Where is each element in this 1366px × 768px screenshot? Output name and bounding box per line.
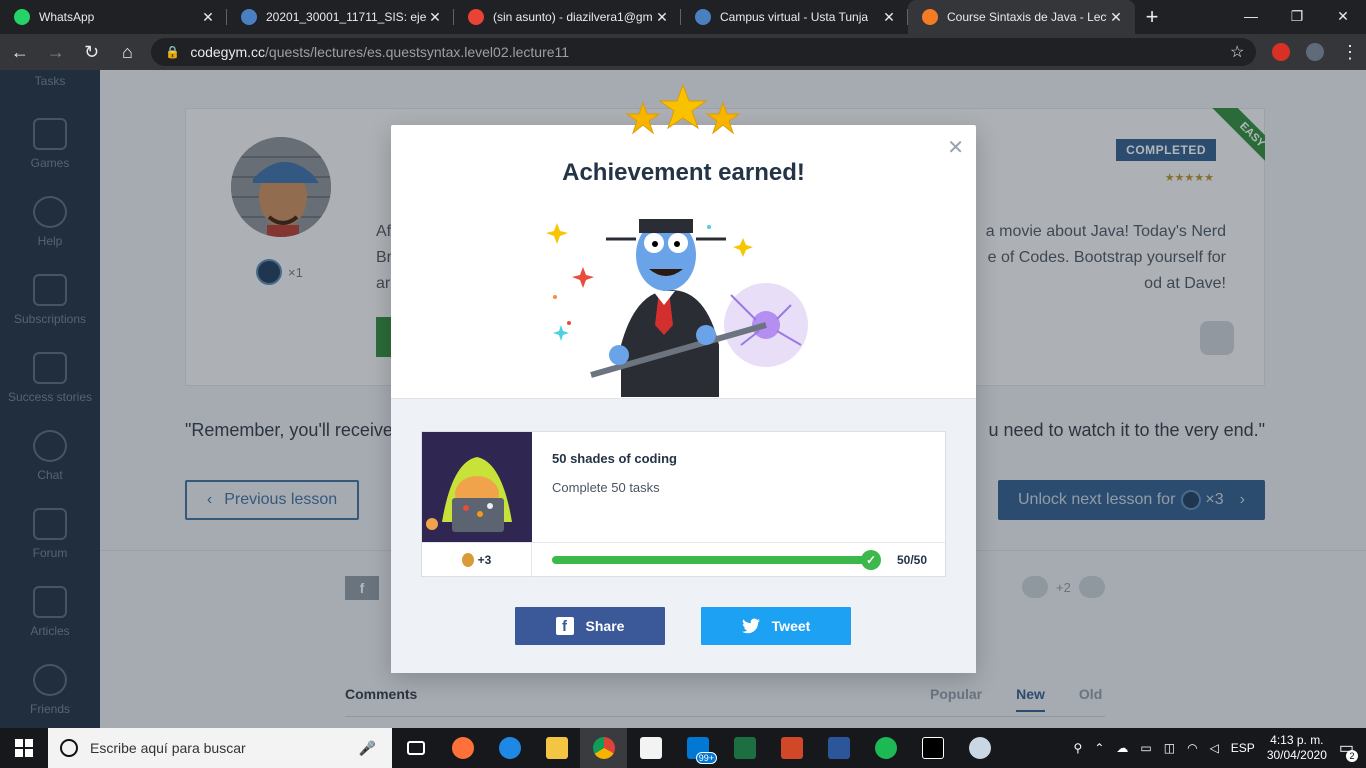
spotify-icon[interactable] xyxy=(862,728,909,768)
chrome-icon[interactable] xyxy=(580,728,627,768)
tab-title: Campus virtual - Usta Tunja xyxy=(720,10,869,24)
progress-fill xyxy=(552,556,872,564)
reward: +3 xyxy=(422,543,532,577)
notifications-badge: 2 xyxy=(1346,750,1358,762)
back-icon[interactable]: ← xyxy=(4,36,36,68)
page: Tasks Games Help Subscriptions Success s… xyxy=(0,70,1366,728)
browser-toolbar: ← → ↻ ⌂ 🔒 codegym.cc /quests/lectures/es… xyxy=(0,34,1366,70)
browser-tab-bar: WhatsApp ✕ 20201_30001_11711_SIS: ejerci ✕(… xyxy=(0,0,1366,34)
word-icon[interactable] xyxy=(815,728,862,768)
lock-icon: 🔒 xyxy=(165,45,181,59)
address-bar[interactable]: 🔒 codegym.cc /quests/lectures/es.questsy… xyxy=(151,38,1257,66)
bookmark-star-icon[interactable]: ☆ xyxy=(1230,42,1244,62)
excel-icon[interactable] xyxy=(721,728,768,768)
reload-icon[interactable]: ↻ xyxy=(76,36,108,68)
tab-favicon-icon xyxy=(14,9,30,25)
tab-favicon-icon xyxy=(922,9,938,25)
clock[interactable]: 4:13 p. m. 30/04/2020 xyxy=(1267,733,1327,763)
volume-icon[interactable]: ◁ xyxy=(1210,741,1219,755)
search-placeholder: Escribe aquí para buscar xyxy=(90,740,246,756)
reward-value: +3 xyxy=(477,553,492,567)
new-tab-button[interactable]: + xyxy=(1135,0,1169,34)
share-button[interactable]: f Share xyxy=(515,607,665,645)
tab-close-icon[interactable]: ✕ xyxy=(880,9,898,26)
tweet-label: Tweet xyxy=(771,618,811,634)
tab-close-icon[interactable]: ✕ xyxy=(653,9,671,26)
achievement-description: Complete 50 tasks xyxy=(552,480,660,495)
chevron-up-icon[interactable]: ⌃ xyxy=(1094,741,1104,755)
twitter-icon xyxy=(741,618,760,634)
facebook-icon: f xyxy=(555,617,574,635)
browser-tab[interactable]: (sin asunto) - diazilvera1@gma ✕ xyxy=(454,0,681,34)
network-icon[interactable]: ◫ xyxy=(1164,741,1175,755)
modal-lower-panel: 50 shades of coding Complete 50 tasks +3… xyxy=(391,398,976,673)
tab-title: WhatsApp xyxy=(39,10,95,24)
language-indicator[interactable]: ESP xyxy=(1231,741,1255,755)
onedrive-icon[interactable]: ☁ xyxy=(1116,741,1128,755)
window-controls: — ❐ ✕ xyxy=(1228,0,1366,32)
powerpoint-icon[interactable] xyxy=(768,728,815,768)
edge-icon[interactable] xyxy=(486,728,533,768)
url-host: codegym.cc xyxy=(190,44,266,60)
close-icon[interactable]: ✕ xyxy=(947,135,964,160)
battery-icon[interactable]: ▭ xyxy=(1140,741,1151,755)
tab-title: 20201_30001_11711_SIS: ejerci xyxy=(266,10,426,24)
home-icon[interactable]: ⌂ xyxy=(112,36,144,68)
profile-avatar[interactable] xyxy=(1306,43,1325,61)
share-label: Share xyxy=(585,618,625,634)
clock-time: 4:13 p. m. xyxy=(1270,733,1324,747)
mail-icon[interactable]: 99+ xyxy=(674,728,721,768)
achievement-modal: ✕ Achievement earned! 50 shades of codin… xyxy=(391,83,976,673)
progress-text: 50/50 xyxy=(896,553,927,567)
menu-icon[interactable]: ⋮ xyxy=(1334,36,1366,68)
medal-icon xyxy=(461,553,474,567)
firefox-icon[interactable] xyxy=(439,728,486,768)
robot-illustration xyxy=(546,219,808,397)
tab-title: Course Sintaxis de Java - Lectu xyxy=(947,10,1107,24)
browser-tab[interactable]: 20201_30001_11711_SIS: ejerci ✕ xyxy=(227,0,454,34)
browser-tab[interactable]: WhatsApp ✕ xyxy=(0,0,227,34)
restore-icon[interactable]: ❐ xyxy=(1274,0,1320,32)
minimize-icon[interactable]: — xyxy=(1228,0,1274,32)
tab-favicon-icon xyxy=(695,9,711,25)
store-icon[interactable] xyxy=(627,728,674,768)
progress-bar xyxy=(552,556,872,564)
task-view-icon[interactable] xyxy=(392,728,439,768)
clock-date: 30/04/2020 xyxy=(1266,748,1327,762)
tab-close-icon[interactable]: ✕ xyxy=(426,9,444,26)
url-path: /quests/lectures/es.questsyntax.level02.… xyxy=(265,44,570,60)
intellij-icon[interactable] xyxy=(909,728,956,768)
microphone-icon[interactable]: 🎤 xyxy=(359,740,376,757)
taskbar-search[interactable]: Escribe aquí para buscar 🎤 xyxy=(48,728,392,768)
notifications-icon[interactable]: ▭ 2 xyxy=(1339,738,1358,762)
stars-icon xyxy=(625,83,741,135)
tab-favicon-icon xyxy=(241,9,257,25)
achievement-image xyxy=(422,432,532,542)
check-icon: ✓ xyxy=(861,550,881,570)
windows-taskbar: Escribe aquí para buscar 🎤 99+ ⚲ ⌃ ☁ ▭ ◫… xyxy=(0,728,1366,768)
extension-icon[interactable] xyxy=(1272,43,1291,61)
mail-badge: 99+ xyxy=(695,752,717,764)
forward-icon[interactable]: → xyxy=(40,36,72,68)
tab-close-icon[interactable]: ✕ xyxy=(1107,9,1125,26)
system-tray: ⚲ ⌃ ☁ ▭ ◫ ◠ ◁ ESP 4:13 p. m. 30/04/2020 … xyxy=(1074,733,1366,763)
wifi-icon[interactable]: ◠ xyxy=(1187,741,1197,755)
paint-icon[interactable] xyxy=(956,728,1003,768)
tab-title: (sin asunto) - diazilvera1@gma xyxy=(493,10,653,24)
people-icon[interactable]: ⚲ xyxy=(1074,741,1083,755)
tweet-button[interactable]: Tweet xyxy=(701,607,851,645)
tab-favicon-icon xyxy=(468,9,484,25)
browser-tab[interactable]: Course Sintaxis de Java - Lectu ✕ xyxy=(908,0,1135,34)
windows-start-icon[interactable] xyxy=(0,728,48,768)
tab-close-icon[interactable]: ✕ xyxy=(199,9,217,26)
file-explorer-icon[interactable] xyxy=(533,728,580,768)
achievement-name: 50 shades of coding xyxy=(552,451,677,466)
cortana-icon xyxy=(60,739,78,757)
modal-title: Achievement earned! xyxy=(562,159,805,186)
close-window-icon[interactable]: ✕ xyxy=(1320,0,1366,32)
tab-strip: WhatsApp ✕ 20201_30001_11711_SIS: ejerci ✕(… xyxy=(0,0,1135,34)
achievement-footer: +3 ✓ 50/50 xyxy=(422,542,945,577)
browser-tab[interactable]: Campus virtual - Usta Tunja ✕ xyxy=(681,0,908,34)
achievement-card: 50 shades of coding Complete 50 tasks +3… xyxy=(421,431,946,577)
